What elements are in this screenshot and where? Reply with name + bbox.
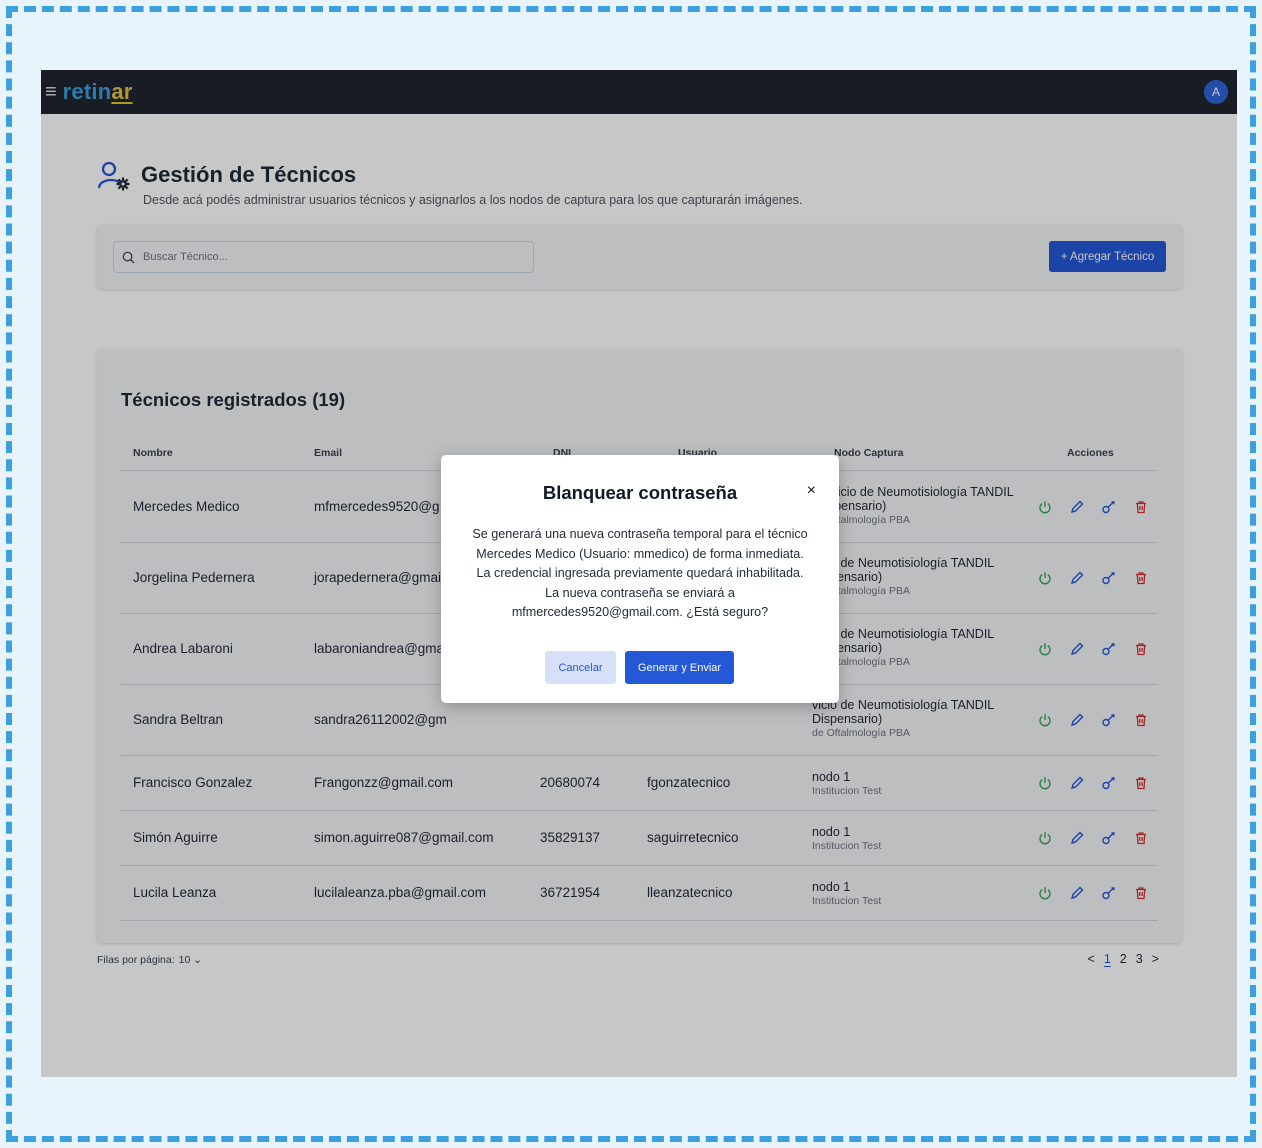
close-icon[interactable]: × — [807, 482, 816, 500]
modal-message: Se generará una nueva contraseña tempora… — [457, 525, 823, 623]
cancel-button[interactable]: Cancelar — [545, 651, 616, 684]
modal-message-line: Mercedes Medico (Usuario: mmedico) de fo… — [476, 546, 804, 561]
modal-message-line: La nueva contraseña se enviará a — [545, 585, 735, 600]
modal-message-line: Se generará una nueva contraseña tempora… — [472, 527, 808, 541]
reset-password-modal: Blanquear contraseña × Se generará una n… — [441, 455, 839, 703]
generate-and-send-button[interactable]: Generar y Enviar — [625, 651, 734, 684]
modal-message-line: mfmercedes9520@gmail.com. ¿Está seguro? — [511, 605, 769, 619]
modal-message-line: La credencial ingresada previamente qued… — [476, 566, 804, 580]
modal-title: Blanquear contraseña — [542, 482, 738, 503]
